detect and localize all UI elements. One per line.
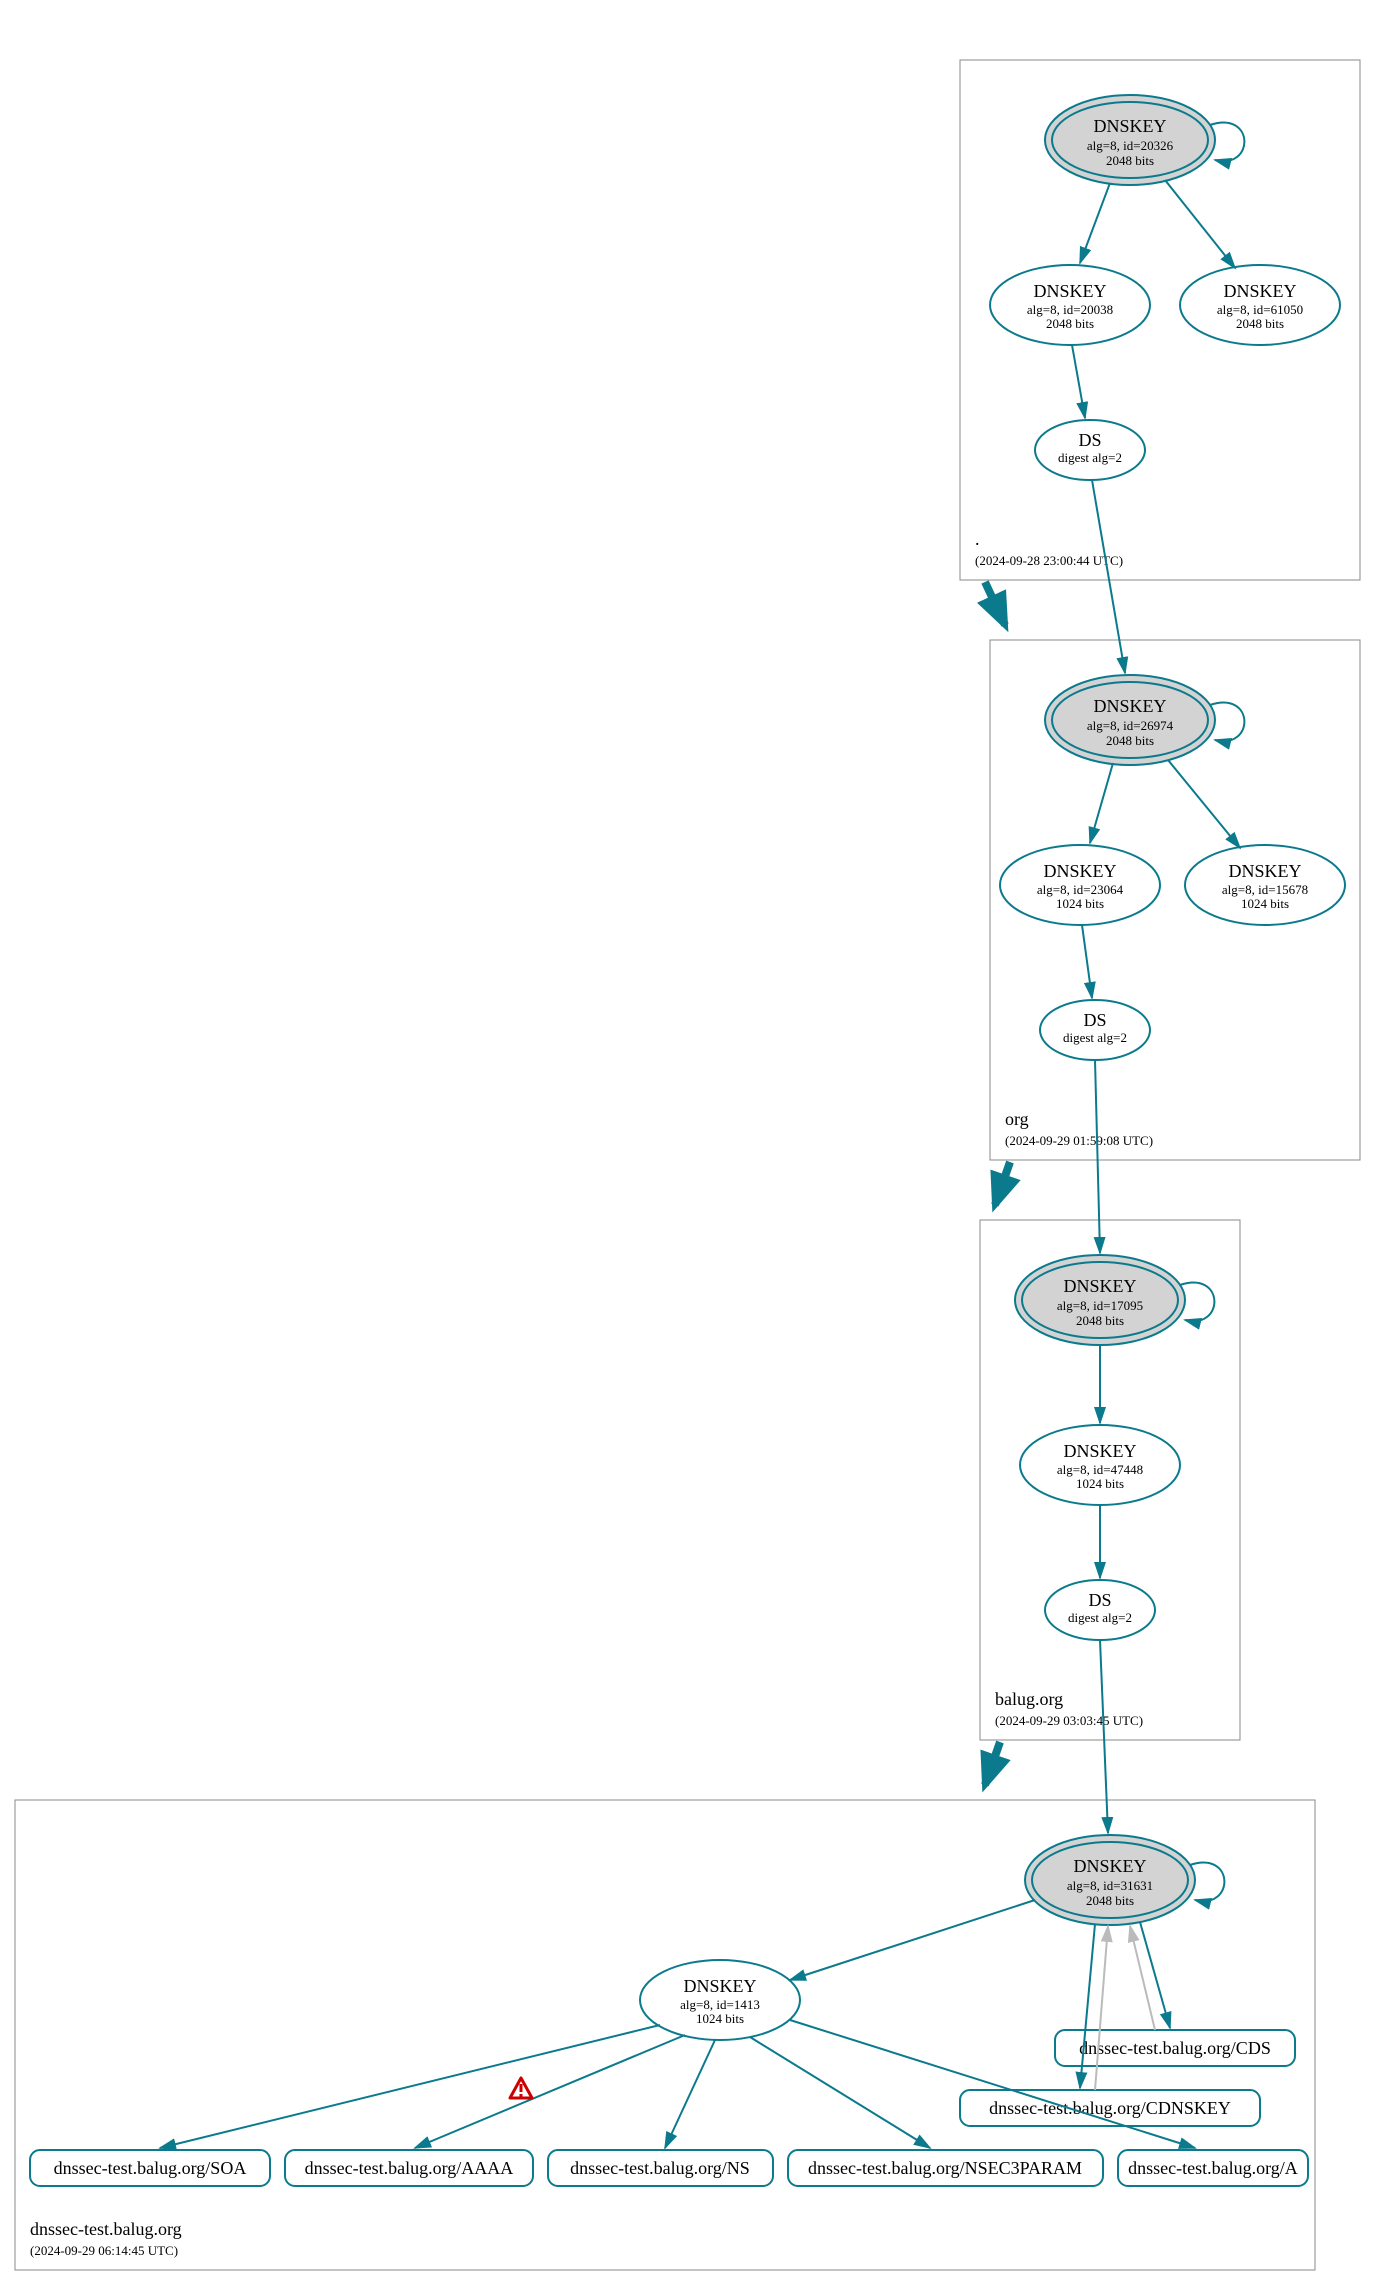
svg-text:alg=8, id=31631: alg=8, id=31631 [1067,1878,1153,1893]
dnskey-org-zsk2: DNSKEY alg=8, id=15678 1024 bits [1185,845,1345,925]
edge-zsk-soa [160,2025,660,2148]
svg-text:DS: DS [1078,430,1101,450]
svg-text:DNSKEY: DNSKEY [1073,1856,1146,1876]
svg-text:alg=8, id=20326: alg=8, id=20326 [1087,138,1174,153]
zone-balug-name: balug.org [995,1689,1063,1709]
zone-test: dnssec-test.balug.org (2024-09-29 06:14:… [15,1640,1315,2270]
svg-text:dnssec-test.balug.org/SOA: dnssec-test.balug.org/SOA [54,2158,247,2178]
rrset-nsec3param: dnssec-test.balug.org/NSEC3PARAM [788,2150,1103,2186]
zone-test-name: dnssec-test.balug.org [30,2219,182,2239]
svg-text:alg=8, id=61050: alg=8, id=61050 [1217,302,1303,317]
svg-text:alg=8, id=1413: alg=8, id=1413 [680,1997,760,2012]
svg-text:alg=8, id=23064: alg=8, id=23064 [1037,882,1124,897]
zone-balug-time: (2024-09-29 03:03:45 UTC) [995,1713,1143,1728]
dnskey-root-ksk: DNSKEY alg=8, id=20326 2048 bits [1045,95,1215,185]
zone-org-name: org [1005,1109,1029,1129]
dnskey-root-zsk1: DNSKEY alg=8, id=20038 2048 bits [990,265,1150,345]
svg-text:2048 bits: 2048 bits [1046,316,1094,331]
edge-balug-ds-test-ksk [1100,1640,1108,1833]
edge-root-ksk-zsk2 [1165,180,1235,268]
svg-text:1024 bits: 1024 bits [696,2011,744,2026]
svg-text:2048 bits: 2048 bits [1076,1313,1124,1328]
zone-arrow-org-balug [995,1162,1010,1205]
zone-arrow-root-org [985,582,1005,625]
svg-text:digest alg=2: digest alg=2 [1063,1030,1127,1045]
svg-text:dnssec-test.balug.org/CDNSKEY: dnssec-test.balug.org/CDNSKEY [989,2098,1231,2118]
ds-balug: DS digest alg=2 [1045,1580,1155,1640]
svg-text:alg=8, id=47448: alg=8, id=47448 [1057,1462,1143,1477]
dnskey-balug-ksk: DNSKEY alg=8, id=17095 2048 bits [1015,1255,1185,1345]
dnskey-test-ksk: DNSKEY alg=8, id=31631 2048 bits [1025,1835,1195,1925]
zone-root-name: . [975,529,980,549]
zone-test-time: (2024-09-29 06:14:45 UTC) [30,2243,178,2258]
dnskey-root-zsk2: DNSKEY alg=8, id=61050 2048 bits [1180,265,1340,345]
zone-root-time: (2024-09-28 23:00:44 UTC) [975,553,1123,568]
svg-text:DNSKEY: DNSKEY [683,1976,756,1996]
svg-text:DNSKEY: DNSKEY [1228,861,1301,881]
svg-text:dnssec-test.balug.org/A: dnssec-test.balug.org/A [1128,2158,1298,2178]
svg-text:DS: DS [1083,1010,1106,1030]
edge-root-ds-org-ksk [1092,480,1125,673]
svg-text:DNSKEY: DNSKEY [1043,861,1116,881]
edge-org-ksk-zsk2 [1168,760,1240,848]
svg-text:alg=8, id=15678: alg=8, id=15678 [1222,882,1308,897]
svg-text:DNSKEY: DNSKEY [1033,281,1106,301]
svg-text:DNSKEY: DNSKEY [1093,696,1166,716]
edge-root-ksk-zsk1 [1080,183,1110,263]
edge-org-ksk-zsk1 [1090,763,1113,843]
edge-root-zsk1-ds [1072,345,1085,418]
zone-org: org (2024-09-29 01:59:08 UTC) DNSKEY alg… [990,480,1360,1160]
svg-text:alg=8, id=17095: alg=8, id=17095 [1057,1298,1143,1313]
svg-text:2048 bits: 2048 bits [1106,733,1154,748]
edge-cds-ksk [1130,1926,1155,2030]
rrset-ns: dnssec-test.balug.org/NS [548,2150,773,2186]
dnskey-test-zsk: DNSKEY alg=8, id=1413 1024 bits [640,1960,800,2040]
zone-arrow-balug-test [985,1742,1000,1785]
zone-balug: balug.org (2024-09-29 03:03:45 UTC) DNSK… [980,1060,1240,1740]
svg-text:1024 bits: 1024 bits [1056,896,1104,911]
svg-text:alg=8, id=20038: alg=8, id=20038 [1027,302,1113,317]
svg-text:DNSKEY: DNSKEY [1063,1441,1136,1461]
rrset-a: dnssec-test.balug.org/A [1118,2150,1308,2186]
svg-text:2048 bits: 2048 bits [1236,316,1284,331]
rrset-soa: dnssec-test.balug.org/SOA [30,2150,270,2186]
ds-org: DS digest alg=2 [1040,1000,1150,1060]
edge-zsk-ns [665,2040,715,2148]
edge-org-ds-balug-ksk [1095,1060,1100,1253]
warning-icon [510,2078,532,2098]
edge-zsk-nsec3 [750,2037,930,2148]
svg-text:dnssec-test.balug.org/NS: dnssec-test.balug.org/NS [570,2158,750,2178]
svg-text:1024 bits: 1024 bits [1241,896,1289,911]
rrset-aaaa: dnssec-test.balug.org/AAAA [285,2150,533,2186]
rrset-cds: dnssec-test.balug.org/CDS [1055,2030,1295,2066]
svg-text:2048 bits: 2048 bits [1086,1893,1134,1908]
svg-text:DNSKEY: DNSKEY [1063,1276,1136,1296]
svg-text:2048 bits: 2048 bits [1106,153,1154,168]
svg-text:dnssec-test.balug.org/CDS: dnssec-test.balug.org/CDS [1079,2038,1271,2058]
svg-text:1024 bits: 1024 bits [1076,1476,1124,1491]
svg-text:dnssec-test.balug.org/NSEC3PAR: dnssec-test.balug.org/NSEC3PARAM [808,2158,1082,2178]
svg-text:DNSKEY: DNSKEY [1223,281,1296,301]
dnskey-org-ksk: DNSKEY alg=8, id=26974 2048 bits [1045,675,1215,765]
edge-ksk-cds [1140,1922,1170,2028]
dnskey-balug-zsk: DNSKEY alg=8, id=47448 1024 bits [1020,1425,1180,1505]
zone-org-time: (2024-09-29 01:59:08 UTC) [1005,1133,1153,1148]
zone-root: . (2024-09-28 23:00:44 UTC) DNSKEY alg=8… [960,60,1360,580]
dnssec-diagram: . (2024-09-28 23:00:44 UTC) DNSKEY alg=8… [0,0,1379,2290]
svg-text:digest alg=2: digest alg=2 [1068,1610,1132,1625]
svg-text:DS: DS [1088,1590,1111,1610]
svg-text:alg=8, id=26974: alg=8, id=26974 [1087,718,1174,733]
svg-text:DNSKEY: DNSKEY [1093,116,1166,136]
ds-root: DS digest alg=2 [1035,420,1145,480]
edge-test-ksk-zsk [790,1900,1035,1980]
svg-text:digest alg=2: digest alg=2 [1058,450,1122,465]
svg-text:dnssec-test.balug.org/AAAA: dnssec-test.balug.org/AAAA [305,2158,514,2178]
edge-org-zsk1-ds [1082,925,1092,998]
dnskey-org-zsk1: DNSKEY alg=8, id=23064 1024 bits [1000,845,1160,925]
